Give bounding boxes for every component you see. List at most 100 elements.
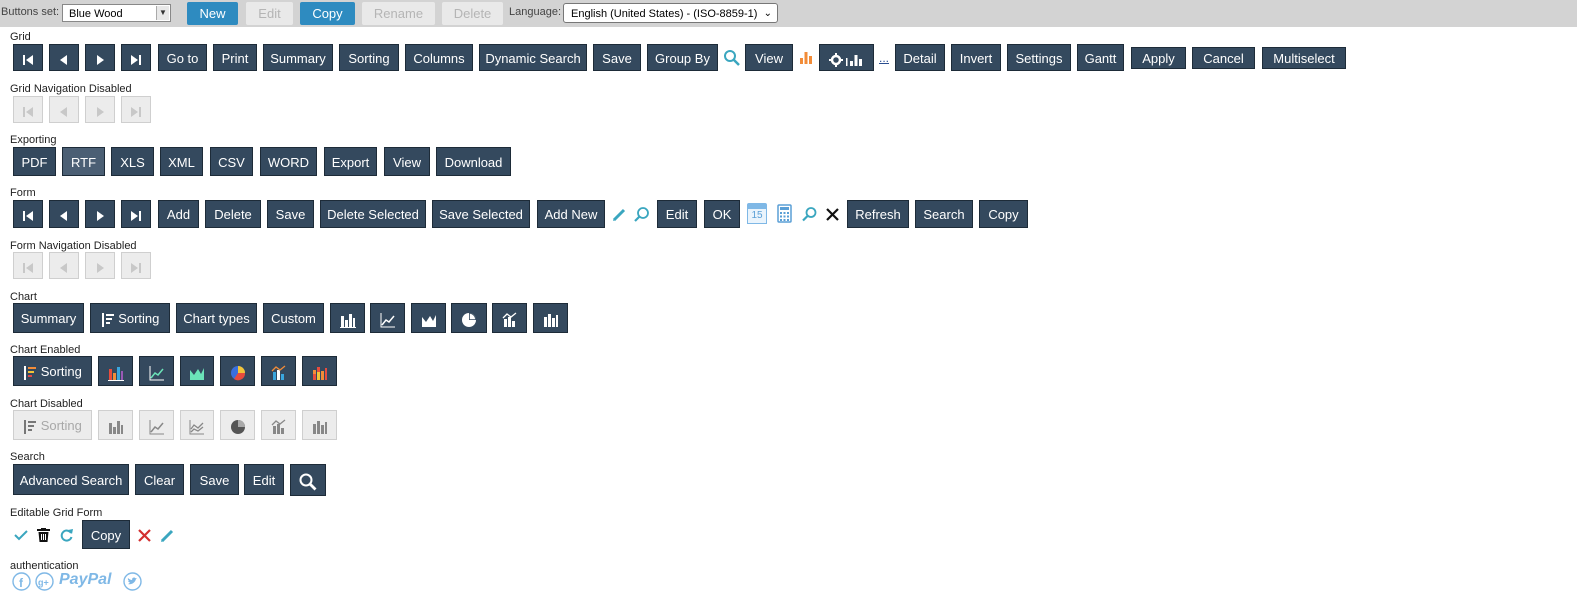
first-button[interactable] (13, 200, 43, 228)
buttons-set-select[interactable]: Blue Wood ▼ (62, 4, 171, 22)
search-submit-button[interactable] (290, 464, 326, 496)
export-button[interactable]: Export (324, 147, 377, 176)
bar-chart-button[interactable] (330, 303, 365, 333)
more-link[interactable]: ... (879, 51, 889, 65)
settings-button[interactable]: Settings (1007, 44, 1071, 71)
custom-button[interactable]: Custom (263, 303, 324, 333)
sorting-button[interactable]: Sorting (339, 44, 399, 71)
chart-types-button[interactable]: Chart types (176, 303, 257, 333)
cancel-button[interactable]: Cancel (1192, 47, 1255, 69)
facebook-icon[interactable]: f (12, 572, 31, 591)
search-save-button[interactable]: Save (190, 464, 239, 495)
paypal-logo[interactable]: PayPal (59, 571, 111, 589)
area-chart-icon (189, 419, 204, 435)
calculator-icon[interactable] (777, 204, 792, 223)
editable-copy-button[interactable]: Copy (82, 520, 130, 549)
line-chart-enabled-button[interactable] (139, 356, 174, 386)
clear-button[interactable]: Clear (135, 464, 184, 495)
view-button[interactable]: View (745, 44, 793, 71)
copy-button[interactable]: Copy (979, 200, 1028, 228)
last-button[interactable] (121, 200, 151, 228)
print-button[interactable]: Print (213, 44, 257, 71)
twitter-icon[interactable] (123, 572, 142, 591)
add-new-button[interactable]: Add New (537, 200, 605, 228)
close-icon[interactable] (826, 208, 839, 221)
previous-button[interactable] (49, 200, 79, 228)
invert-button[interactable]: Invert (951, 44, 1001, 71)
columns-button[interactable]: Columns (405, 44, 473, 71)
dynamic-search-button[interactable]: Dynamic Search (479, 44, 587, 71)
save-selected-button[interactable]: Save Selected (432, 200, 530, 228)
word-button[interactable]: WORD (260, 147, 317, 176)
rename-button[interactable]: Rename (362, 2, 435, 25)
delete-button[interactable]: Delete (442, 2, 503, 25)
section-chart-enabled-label: Chart Enabled (10, 344, 81, 356)
close-icon[interactable] (138, 529, 151, 542)
edit-button[interactable]: Edit (246, 2, 293, 25)
search-icon[interactable] (723, 49, 741, 67)
search-icon[interactable] (634, 206, 651, 223)
chart-sorting-button[interactable]: Sorting (90, 303, 170, 333)
edit-button[interactable]: Edit (657, 200, 697, 228)
save-button[interactable]: Save (593, 44, 641, 71)
copy-button[interactable]: Copy (300, 2, 355, 25)
calendar-icon[interactable]: 15 (747, 203, 767, 224)
pencil-icon[interactable] (160, 528, 175, 543)
xml-button[interactable]: XML (160, 147, 203, 176)
next-button[interactable] (85, 44, 115, 71)
chart-icon[interactable] (799, 50, 813, 64)
new-button[interactable]: New (187, 2, 238, 25)
area-chart-button[interactable] (411, 303, 446, 333)
chart-settings-button[interactable] (819, 44, 874, 71)
first-icon (23, 106, 33, 117)
area-chart-enabled-button[interactable] (180, 356, 214, 386)
last-icon (131, 262, 141, 273)
xls-button[interactable]: XLS (111, 147, 154, 176)
view-button[interactable]: View (384, 147, 430, 176)
advanced-search-button[interactable]: Advanced Search (13, 464, 129, 495)
language-select[interactable]: English (United States) - (ISO-8859-1) ⌄ (563, 3, 778, 23)
goto-button[interactable]: Go to (158, 44, 207, 71)
first-button[interactable] (13, 44, 43, 71)
delete-selected-button[interactable]: Delete Selected (320, 200, 426, 228)
csv-button[interactable]: CSV (210, 147, 253, 176)
search-button[interactable]: Search (915, 200, 973, 228)
checkmark-icon[interactable] (14, 528, 28, 542)
ok-button[interactable]: OK (704, 200, 740, 228)
refresh-button[interactable]: Refresh (847, 200, 909, 228)
apply-button[interactable]: Apply (1131, 47, 1186, 69)
first-icon (23, 210, 33, 221)
previous-button[interactable] (49, 44, 79, 71)
line-chart-button[interactable] (370, 303, 405, 333)
chart-summary-button[interactable]: Summary (13, 303, 84, 333)
google-plus-icon[interactable]: g+ (35, 572, 54, 591)
search-edit-button[interactable]: Edit (244, 464, 284, 495)
group-by-button[interactable]: Group By (647, 44, 718, 71)
pdf-button[interactable]: PDF (13, 147, 56, 176)
pie-chart-enabled-button[interactable] (220, 356, 255, 386)
combo-chart-enabled-button[interactable] (261, 356, 296, 386)
last-button[interactable] (121, 44, 151, 71)
gantt-button[interactable]: Gantt (1077, 44, 1124, 71)
stacked-chart-enabled-button[interactable] (302, 356, 337, 386)
download-button[interactable]: Download (436, 147, 511, 176)
combo-chart-button[interactable] (492, 303, 527, 333)
bar-chart-enabled-button[interactable] (98, 356, 133, 386)
delete-button[interactable]: Delete (205, 200, 261, 228)
pie-chart-button[interactable] (451, 303, 487, 333)
add-button[interactable]: Add (158, 200, 199, 228)
search-icon[interactable] (802, 206, 818, 222)
multiselect-button[interactable]: Multiselect (1262, 47, 1346, 69)
save-button[interactable]: Save (267, 200, 314, 228)
next-button[interactable] (85, 200, 115, 228)
stacked-chart-button[interactable] (533, 303, 568, 333)
chart-enabled-sorting-button[interactable]: Sorting (13, 356, 92, 386)
rtf-button[interactable]: RTF (62, 147, 105, 176)
pie-chart-icon (230, 419, 245, 434)
svg-text:g+: g+ (38, 578, 49, 588)
summary-button[interactable]: Summary (263, 44, 333, 71)
detail-button[interactable]: Detail (895, 44, 945, 71)
pencil-icon[interactable] (612, 207, 627, 222)
refresh-icon[interactable] (59, 528, 74, 543)
trash-icon[interactable] (37, 528, 50, 542)
